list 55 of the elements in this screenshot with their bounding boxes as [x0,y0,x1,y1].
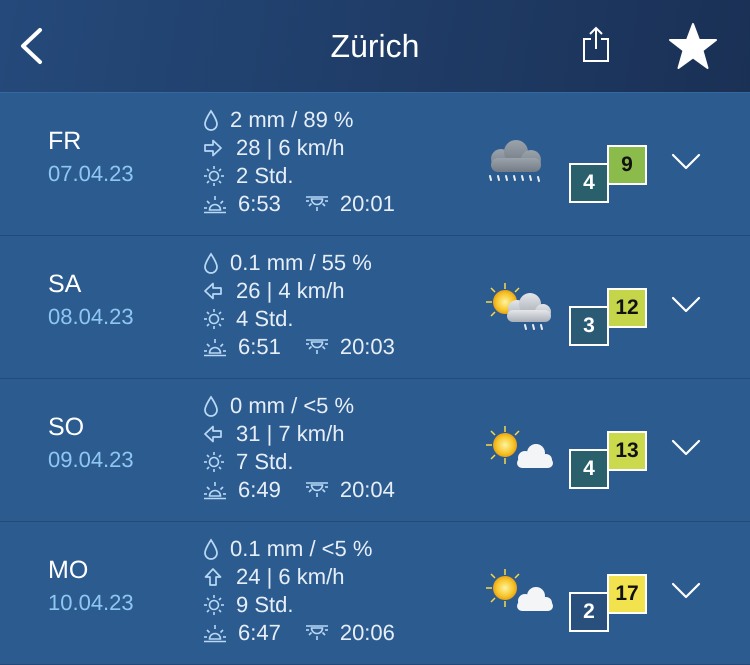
sunrise-icon [203,194,227,214]
sunset-icon [304,481,329,499]
date-label: 09.04.23 [48,446,135,474]
sunshine-hours-text: 9 Std. [236,592,294,618]
sunshine-hours-text: 4 Std. [236,306,294,332]
max-temperature: 12 [607,288,647,328]
date-label: 07.04.23 [48,160,135,188]
raindrop-icon [203,252,219,274]
max-temperature: 9 [607,145,647,185]
sun-icon [203,594,225,616]
precipitation-text: 0 mm / <5 % [230,393,354,419]
sun-icon [203,308,225,330]
city-title: Zürich [330,27,420,66]
sunset-icon [304,338,329,356]
sunshine-hours-text: 7 Std. [236,449,294,475]
sunrise-icon [203,480,227,500]
weekday-label: SA [48,269,82,299]
sunrise-icon [203,337,227,357]
wind-text: 24 | 6 km/h [236,564,344,590]
raindrop-icon [203,538,219,560]
sunset-icon [304,195,329,213]
wind-text: 31 | 7 km/h [236,421,344,447]
favorite-star-button[interactable] [668,22,718,70]
precipitation-text: 0.1 mm / <5 % [230,536,372,562]
raindrop-icon [203,395,219,417]
min-temperature: 2 [569,592,609,632]
max-temperature: 13 [607,431,647,471]
min-temperature: 3 [569,306,609,346]
sunset-time: 20:01 [340,191,395,217]
weekday-label: SO [48,412,86,442]
min-temperature: 4 [569,163,609,203]
date-label: 10.04.23 [48,589,135,617]
min-temperature: 4 [569,449,609,489]
sunrise-time: 6:49 [238,477,281,503]
sunset-time: 20:06 [340,620,395,646]
wind-text: 26 | 4 km/h [236,278,344,304]
sun-icon [203,451,225,473]
wind-text: 28 | 6 km/h [236,135,344,161]
max-temperature: 17 [607,574,647,614]
sun-icon [203,165,225,187]
sunset-time: 20:04 [340,477,395,503]
sunrise-icon [203,623,227,643]
weekday-label: FR [48,126,82,156]
date-label: 08.04.23 [48,303,135,331]
sunshine-hours-text: 2 Std. [236,163,294,189]
raindrop-icon [203,109,219,131]
sunset-time: 20:03 [340,334,395,360]
sunrise-time: 6:53 [238,191,281,217]
weekday-label: MO [48,555,90,585]
sunrise-time: 6:47 [238,620,281,646]
sunrise-time: 6:51 [238,334,281,360]
precipitation-text: 2 mm / 89 % [230,107,354,133]
share-button[interactable] [582,25,610,63]
precipitation-text: 0.1 mm / 55 % [230,250,372,276]
sunset-icon [304,624,329,642]
